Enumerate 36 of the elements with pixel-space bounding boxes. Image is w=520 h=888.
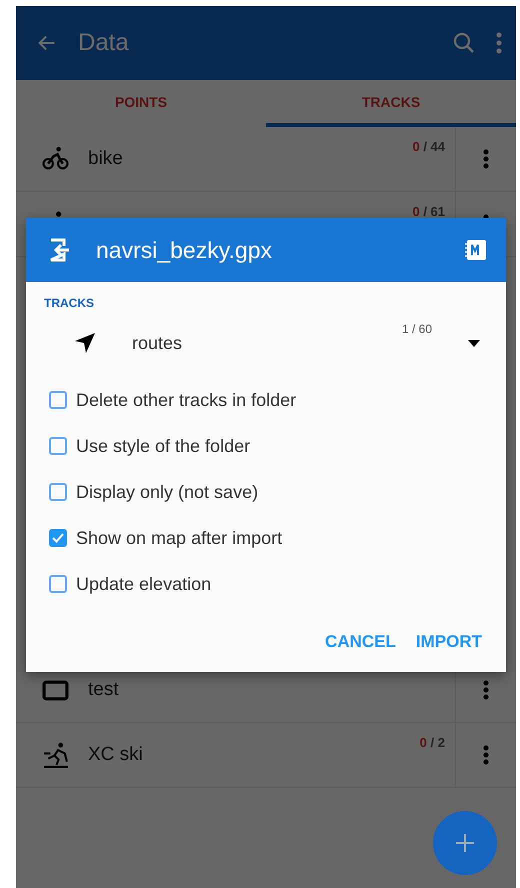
folder-dropdown[interactable]: routes 1 / 60 bbox=[44, 310, 488, 376]
checkbox-option[interactable]: Delete other tracks in folder bbox=[44, 382, 488, 418]
track-count: 1 / 60 bbox=[402, 322, 432, 336]
ski-icon bbox=[42, 741, 70, 769]
track-count: 0 / 2 bbox=[420, 735, 446, 750]
checkbox[interactable] bbox=[49, 529, 67, 547]
checkbox-option[interactable]: Display only (not save) bbox=[44, 474, 488, 510]
plus-icon bbox=[454, 832, 476, 854]
checkbox-option[interactable]: Update elevation bbox=[44, 566, 488, 602]
more-icon[interactable] bbox=[483, 680, 489, 700]
section-label: TRACKS bbox=[44, 296, 95, 310]
checkbox[interactable] bbox=[49, 437, 67, 455]
screen-title: Data bbox=[78, 29, 130, 57]
folder-row[interactable]: bike 0 / 44 bbox=[16, 127, 516, 192]
tab[interactable]: POINTS bbox=[16, 80, 266, 127]
dialog-button[interactable]: IMPORT bbox=[410, 624, 488, 660]
dialog-button[interactable]: CANCEL bbox=[319, 624, 402, 660]
checkbox[interactable] bbox=[49, 575, 67, 593]
map-file-icon[interactable] bbox=[464, 238, 488, 262]
folder-name: bike bbox=[88, 148, 124, 170]
more-icon[interactable] bbox=[496, 32, 502, 54]
checkbox-option[interactable]: Use style of the folder bbox=[44, 428, 488, 464]
checkbox[interactable] bbox=[49, 483, 67, 501]
checkbox[interactable] bbox=[49, 391, 67, 409]
dialog-title: navrsi_bezky.gpx bbox=[96, 236, 273, 264]
track-count: 0 / 61 bbox=[412, 204, 446, 219]
more-icon[interactable] bbox=[483, 149, 489, 169]
search-icon[interactable] bbox=[452, 31, 476, 55]
track-count: 0 / 44 bbox=[412, 139, 446, 154]
folder-name: test bbox=[88, 679, 120, 701]
caret-icon bbox=[468, 340, 480, 346]
navigation-arrow-icon bbox=[74, 332, 96, 354]
checkbox-option[interactable]: Show on map after import bbox=[44, 520, 488, 556]
folder-name: XC ski bbox=[88, 744, 144, 766]
folder-row[interactable]: XC ski 0 / 2 bbox=[16, 723, 516, 788]
more-icon[interactable] bbox=[483, 745, 489, 765]
